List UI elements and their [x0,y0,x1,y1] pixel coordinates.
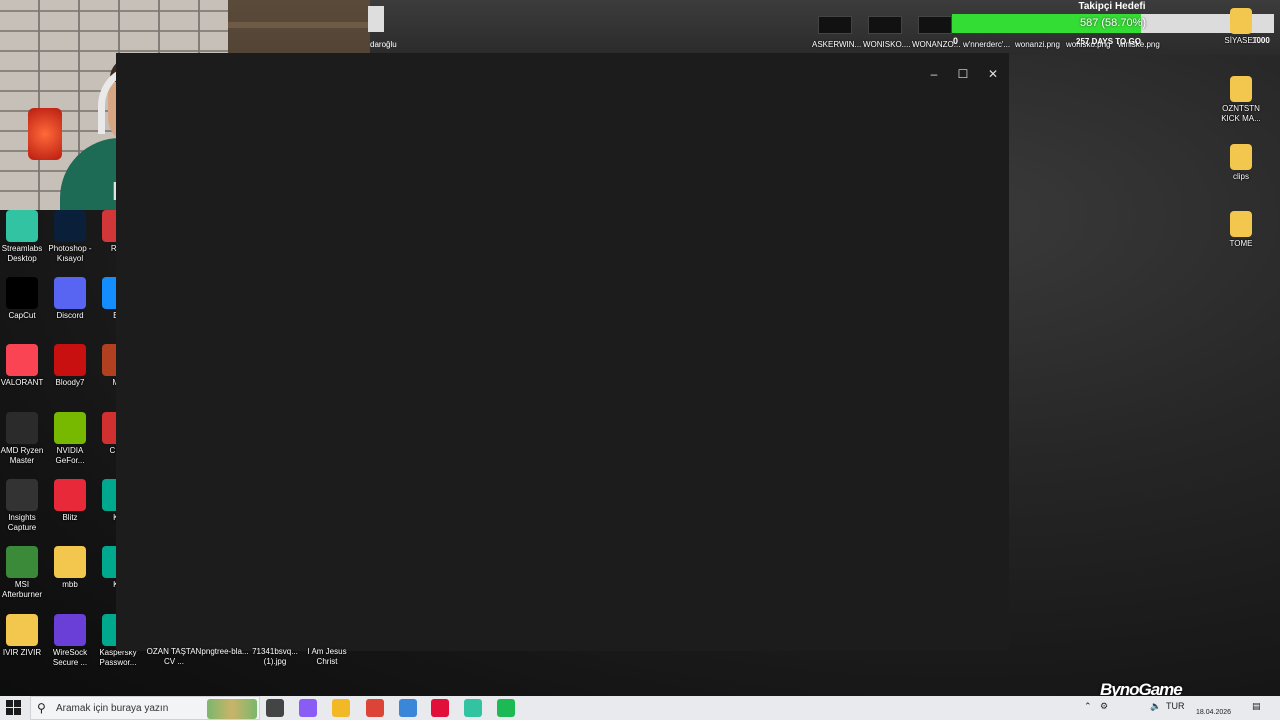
speaker-icon[interactable]: 🔈 [1150,701,1161,712]
desktop-icon-label: Blitz [62,513,78,522]
desktop-icon[interactable]: VALORANT [0,344,46,388]
file-label[interactable]: w'nnerderc'... [963,40,1010,49]
desktop-icon-tome[interactable]: TOME [1217,211,1265,249]
lamp [28,108,62,160]
folder-icon [1230,76,1252,102]
close-button[interactable]: ✕ [978,64,1008,84]
ryzen-icon [6,412,38,444]
thumbnail-label: ASKERWIN... [812,40,862,49]
desktop-icon-label: OZNTSTN KICK MA... [1221,104,1261,123]
thumbnail-image[interactable] [868,16,902,34]
folder-icon [1230,211,1252,237]
streamlabs-icon[interactable] [464,699,482,717]
clock-date: 18.04.2026 [1196,709,1232,716]
desktop-file-label[interactable]: OZAN TAŞTAN CV ... [146,647,202,667]
blank-app-window[interactable] [116,53,1009,651]
desktop-file-label[interactable]: pngtree-bla... [197,647,253,657]
thumbnail-image[interactable] [818,16,852,34]
desktop-icon-label: Photoshop - Kısayol [48,244,92,263]
desktop-icon[interactable]: Streamlabs Desktop [0,210,46,264]
start-button[interactable] [6,700,22,716]
discord-icon [54,277,86,309]
clock[interactable]: 18.04.2026 [1196,696,1231,718]
blitz-icon [54,479,86,511]
taskbar-search[interactable]: ⚲ Aramak için buraya yazın [30,696,260,720]
brush-icon[interactable] [399,699,417,717]
desktop-icon[interactable]: WireSock Secure ... [46,614,94,668]
search-highlight-image [207,699,257,719]
bloody-icon [54,344,86,376]
desktop-icon-label: IVIR ZIVIR [2,648,42,657]
desktop-icon[interactable]: Bloody7 [46,344,94,388]
desktop-icon[interactable]: AMD Ryzen Master [0,412,46,466]
desktop-icon-siyaset[interactable]: SİYASET [1217,8,1265,46]
copilot-icon[interactable] [299,699,317,717]
desktop-icon-clips[interactable]: clips [1217,144,1265,182]
desktop-icon-label: NVIDIA GeFor... [55,446,85,465]
folder-icon [1230,8,1252,34]
nvidia-icon [54,412,86,444]
show-hidden-icons-button[interactable]: ⌃ [1084,701,1092,712]
desktop-icon-label: clips [1232,172,1249,181]
insights-icon [6,479,38,511]
desktop-icon-label: CapCut [8,311,36,320]
folder-icon [1230,144,1252,170]
desktop-icon-label: Kaspersky Passwor... [99,648,137,667]
follower-goal-min: 0 [953,36,959,46]
desktop-icon-label: mbb [62,580,78,589]
notifications-icon[interactable]: ▤ [1252,701,1261,712]
partial-desktop-label: daroğlu [370,40,397,49]
valorant-icon [6,344,38,376]
desktop-icon-label: Streamlabs Desktop [1,244,43,263]
overlay-corner [368,6,384,32]
taskbar: ⚲ Aramak için buraya yazın ⌃ ⚙ 🔈 TUR 18.… [0,696,1280,720]
follower-goal-subtitle: 257 DAYS TO GO [1076,37,1141,46]
desktop-icon[interactable]: IVIR ZIVIR [0,614,46,658]
desktop-icon[interactable]: Insights Capture [0,479,46,533]
file-explorer-icon[interactable] [332,699,350,717]
search-placeholder: Aramak için buraya yazın [56,703,169,714]
desktop-icon[interactable]: Discord [46,277,94,321]
maximize-button[interactable]: ☐ [948,64,978,84]
photoshop-icon [54,210,86,242]
network-icon[interactable]: ⚙ [1100,701,1108,712]
streamlabs-icon [6,210,38,242]
msi-icon [6,546,38,578]
desktop-icon-label: Bloody7 [55,378,85,387]
file-label[interactable]: wonanzi.png [1015,40,1060,49]
desktop-icon-label: TOME [1229,239,1253,248]
spotify-icon[interactable] [497,699,515,717]
minimize-button[interactable]: – [919,64,949,84]
thumbnail-image[interactable] [918,16,952,34]
desktop-icon[interactable]: Photoshop - Kısayol [46,210,94,264]
desktop-icon-label: AMD Ryzen Master [0,446,44,465]
desktop-icon-label: Discord [56,311,84,320]
capcut-icon [6,277,38,309]
desktop-icon-label: Insights Capture [7,513,37,532]
desktop-file-label[interactable]: I Am Jesus Christ [299,647,355,667]
desktop-icon-ozntstn[interactable]: OZNTSTN KICK MA... [1217,76,1265,124]
desktop-icon[interactable]: MSI Afterburner [0,546,46,600]
follower-goal-title: Takipçi Hedefi [1078,1,1146,12]
desktop-icon-label: SİYASET [1224,36,1258,45]
desktop-icon-label: VALORANT [0,378,44,387]
folder-icon [54,546,86,578]
desktop-file-label[interactable]: 71341bsvq... (1).jpg [247,647,303,667]
desktop-icon-label: WireSock Secure ... [52,648,88,667]
desktop-icon[interactable]: mbb [46,546,94,590]
language-indicator[interactable]: TUR [1166,701,1185,711]
wiresock-icon [54,614,86,646]
desktop-icon[interactable]: Blitz [46,479,94,523]
search-icon: ⚲ [37,701,46,715]
thumbnail-label: WONISKO.... [863,40,911,49]
desktop-icon[interactable]: CapCut [0,277,46,321]
desktop-icon-label: MSI Afterburner [1,580,43,599]
record-icon[interactable] [431,699,449,717]
desktop-icon[interactable]: NVIDIA GeFor... [46,412,94,466]
chrome-icon[interactable] [366,699,384,717]
folder-icon [6,614,38,646]
task-view-icon[interactable] [266,699,284,717]
